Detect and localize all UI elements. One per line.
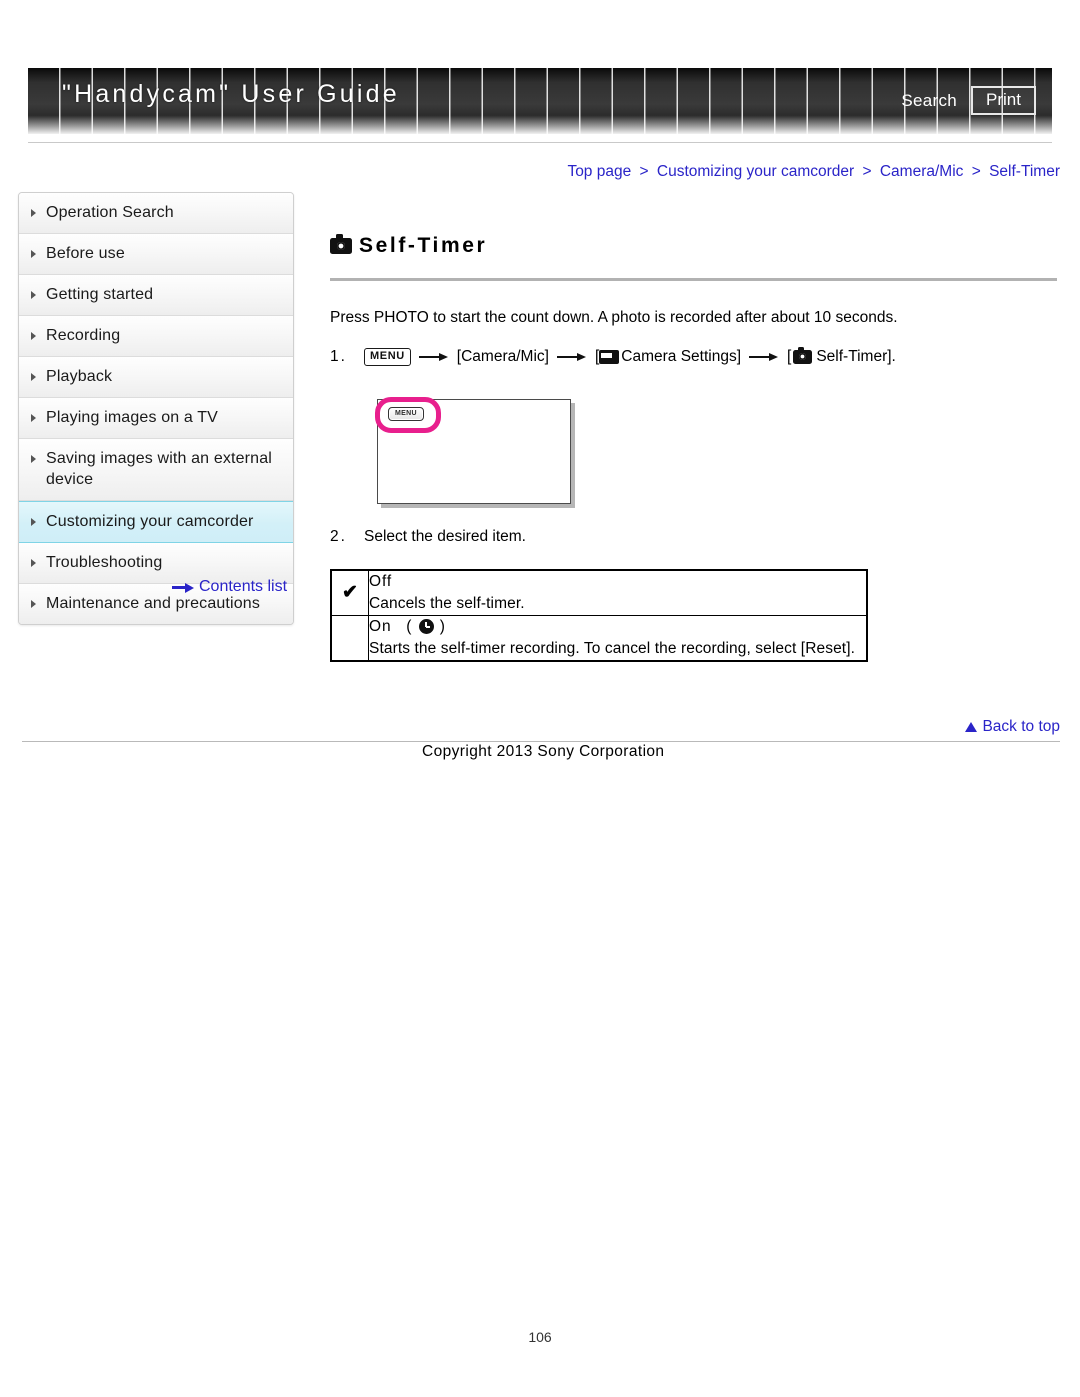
- sidebar-nav: Operation Search Before use Getting star…: [18, 192, 294, 625]
- header-banner: "Handycam" User Guide Search Print: [28, 68, 1052, 134]
- camera-icon: [330, 234, 352, 255]
- check-icon: ✔: [342, 582, 358, 604]
- page-title-text: Self-Timer: [359, 234, 488, 258]
- contents-list-link[interactable]: Contents list: [172, 578, 287, 596]
- breadcrumb-separator: >: [639, 163, 649, 180]
- header-actions: Search Print: [901, 86, 1036, 115]
- paren-open: (: [406, 618, 413, 636]
- checkmark-cell: [330, 615, 369, 662]
- chevron-right-icon: [31, 209, 36, 217]
- sidebar-item-label: Troubleshooting: [46, 554, 163, 571]
- step-2-number: 2.: [330, 528, 347, 546]
- chevron-right-icon: [31, 332, 36, 340]
- option-cell: Off Cancels the self-timer.: [368, 569, 868, 617]
- triangle-up-icon: [965, 722, 978, 732]
- chevron-right-icon: [31, 250, 36, 258]
- chevron-right-icon: [31, 518, 36, 526]
- sidebar-item-getting-started[interactable]: Getting started: [19, 275, 293, 316]
- option-cell: On ( ) Starts the self-timer recording. …: [368, 615, 868, 662]
- copyright-text: Copyright 2013 Sony Corporation: [422, 743, 665, 760]
- option-description: Starts the self-timer recording. To canc…: [369, 640, 856, 658]
- sidebar-item-label: Saving images with an external device: [46, 450, 272, 488]
- step-1-camera-settings: Camera Settings]: [621, 348, 742, 366]
- chevron-right-icon: [31, 600, 36, 608]
- sidebar-item-playback[interactable]: Playback: [19, 357, 293, 398]
- sidebar-item-operation-search[interactable]: Operation Search: [19, 193, 293, 234]
- step-1-body: MENU [Camera/Mic] [ Camera Settings] [ S…: [364, 345, 896, 369]
- sidebar-item-label: Customizing your camcorder: [46, 513, 254, 530]
- sidebar-item-before-use[interactable]: Before use: [19, 234, 293, 275]
- lcd-illustration: MENU: [359, 389, 573, 507]
- sidebar-item-recording[interactable]: Recording: [19, 316, 293, 357]
- header-divider: [28, 142, 1052, 143]
- contents-list-label: Contents list: [199, 578, 288, 595]
- breadcrumb-separator: >: [862, 163, 872, 180]
- chevron-right-icon: [31, 414, 36, 422]
- menu-button-icon: MENU: [364, 348, 411, 367]
- sidebar-item-label: Playing images on a TV: [46, 409, 218, 426]
- arrow-right-icon: [749, 351, 779, 363]
- camera-settings-icon: [599, 350, 620, 365]
- intro-text: Press PHOTO to start the count down. A p…: [330, 309, 898, 327]
- breadcrumb-item-customizing[interactable]: Customizing your camcorder: [657, 163, 854, 180]
- sidebar-item-playing-images-on-a-tv[interactable]: Playing images on a TV: [19, 398, 293, 439]
- app-title: "Handycam" User Guide: [62, 80, 400, 108]
- breadcrumb-item-camera-mic[interactable]: Camera/Mic: [880, 163, 964, 180]
- main-content: Self-Timer Press PHOTO to start the coun…: [330, 220, 1060, 663]
- sidebar-item-label: Operation Search: [46, 204, 174, 221]
- highlight-ring: [375, 397, 441, 434]
- breadcrumb-separator: >: [971, 163, 981, 180]
- title-divider: [330, 278, 1057, 282]
- chevron-right-icon: [31, 373, 36, 381]
- sidebar-item-saving-images-external-device[interactable]: Saving images with an external device: [19, 439, 293, 501]
- sidebar-item-label: Playback: [46, 368, 113, 385]
- print-button[interactable]: Print: [971, 86, 1036, 115]
- option-name: On ( ): [369, 616, 866, 638]
- paren-close: ): [439, 618, 446, 636]
- option-description: Cancels the self-timer.: [369, 595, 525, 613]
- page-title: Self-Timer: [330, 234, 1060, 264]
- step-1: 1. MENU [Camera/Mic] [ Camera Settings] …: [330, 345, 1060, 369]
- back-to-top-link[interactable]: Back to top: [965, 718, 1060, 736]
- page-header: "Handycam" User Guide Search Print: [0, 0, 1080, 150]
- footer-divider: [22, 741, 1060, 742]
- step-1-camera-mic: [Camera/Mic]: [456, 348, 549, 366]
- sidebar-item-customizing-your-camcorder[interactable]: Customizing your camcorder: [19, 501, 293, 543]
- camera-icon: [793, 346, 813, 365]
- option-name: Off: [369, 573, 393, 591]
- table-row[interactable]: On ( ) Starts the self-timer recording. …: [330, 615, 868, 662]
- checkmark-cell: ✔: [330, 569, 369, 617]
- sidebar-item-label: Recording: [46, 327, 121, 344]
- step-1-self-timer: Self-Timer].: [816, 348, 896, 366]
- table-row[interactable]: ✔ Off Cancels the self-timer.: [330, 569, 868, 617]
- arrow-right-icon: [172, 582, 194, 593]
- back-to-top-label: Back to top: [982, 718, 1060, 735]
- step-1-number: 1.: [330, 348, 347, 366]
- arrow-right-icon: [418, 351, 449, 363]
- breadcrumb-item-top-page[interactable]: Top page: [567, 163, 631, 180]
- chevron-right-icon: [31, 291, 36, 299]
- sidebar-item-label: Getting started: [46, 286, 154, 303]
- sidebar-item-label: Before use: [46, 245, 125, 262]
- step-1-bracket-open-2: [: [787, 348, 792, 366]
- breadcrumb: Top page > Customizing your camcorder > …: [567, 163, 1060, 181]
- step-2: 2. Select the desired item.: [330, 525, 1060, 549]
- arrow-right-icon: [556, 351, 587, 363]
- sidebar-item-label: Maintenance and precautions: [46, 595, 260, 612]
- page-number: 106: [528, 1329, 552, 1345]
- option-name-text: On: [369, 618, 392, 636]
- step-2-text: Select the desired item.: [364, 528, 526, 546]
- search-link[interactable]: Search: [901, 91, 957, 111]
- self-timer-icon: [418, 619, 434, 635]
- breadcrumb-item-self-timer[interactable]: Self-Timer: [989, 163, 1060, 180]
- options-table: ✔ Off Cancels the self-timer. On () Sta…: [330, 569, 868, 663]
- chevron-right-icon: [31, 455, 36, 463]
- chevron-right-icon: [31, 559, 36, 567]
